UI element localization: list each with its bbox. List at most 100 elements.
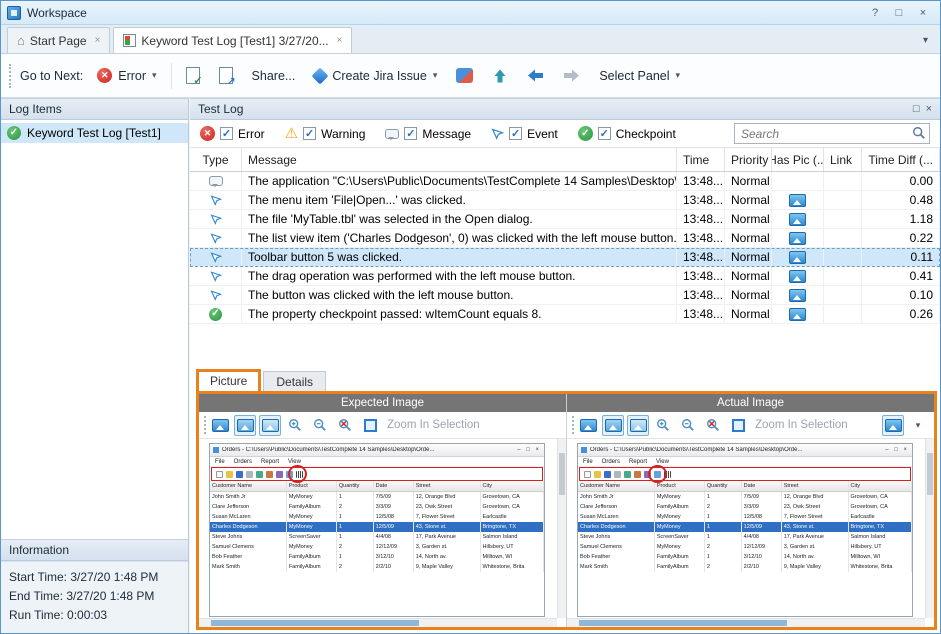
search-input[interactable] bbox=[734, 123, 930, 144]
create-jira-issue-button[interactable]: Create Jira Issue ▾ bbox=[309, 65, 442, 87]
document-tab-bar: ⌂ Start Page × Keyword Test Log [Test1] … bbox=[1, 25, 940, 54]
tab-keyword-test-log[interactable]: Keyword Test Log [Test1] 3/27/20... × bbox=[113, 27, 352, 53]
zoom-in-button[interactable] bbox=[284, 415, 306, 436]
save-results-button[interactable] bbox=[214, 63, 238, 88]
log-row[interactable]: The file 'MyTable.tbl' was selected in t… bbox=[190, 210, 940, 229]
go-to-next-error-button[interactable]: Error ▾ bbox=[92, 64, 161, 87]
column-message[interactable]: Message bbox=[242, 148, 677, 171]
zoom-in-button[interactable] bbox=[652, 415, 674, 436]
column-link[interactable]: Link bbox=[824, 148, 862, 171]
expected-image-canvas[interactable]: Orders - C:\Users\Public\Documents\TestC… bbox=[199, 439, 566, 627]
log-item-keyword-test-log[interactable]: Keyword Test Log [Test1] bbox=[1, 123, 188, 143]
tab-label: Keyword Test Log [Test1] 3/27/20... bbox=[141, 34, 328, 48]
toolbar-grip[interactable] bbox=[572, 416, 574, 434]
column-priority[interactable]: Priority bbox=[725, 148, 772, 171]
toolbar-grip[interactable] bbox=[9, 64, 11, 88]
filter-checkpoint[interactable]: Checkpoint bbox=[578, 126, 676, 141]
expected-vertical-scrollbar[interactable] bbox=[557, 439, 566, 618]
log-items-panel: Log Items Keyword Test Log [Test1] Infor… bbox=[1, 98, 189, 633]
panel-close-icon[interactable]: × bbox=[926, 103, 932, 115]
upload-button[interactable] bbox=[487, 64, 513, 88]
tab-details[interactable]: Details bbox=[263, 371, 326, 391]
right-arrow-icon bbox=[563, 68, 580, 83]
filter-error[interactable]: Error bbox=[200, 126, 265, 141]
filter-event[interactable]: Event bbox=[491, 127, 558, 141]
picture-badge bbox=[789, 308, 806, 321]
zoom-out-button[interactable] bbox=[677, 415, 699, 436]
column-time-diff[interactable]: Time Diff (... bbox=[862, 148, 940, 171]
zoom-out-icon bbox=[313, 418, 327, 432]
orders-row: Charles DodgesonMyMoney112/5/0943, Stone… bbox=[210, 522, 544, 532]
event-icon bbox=[210, 232, 222, 244]
filter-warning[interactable]: ⚠ Warning bbox=[285, 126, 366, 141]
select-tool-button[interactable] bbox=[627, 415, 649, 436]
orders-table-header: Customer Name Product Quantity Date Stre… bbox=[210, 481, 544, 492]
select-panel-button[interactable]: Select Panel ▾ bbox=[594, 65, 685, 87]
column-type[interactable]: Type bbox=[190, 148, 242, 171]
column-has-picture[interactable]: Has Pic (... bbox=[772, 148, 824, 171]
zoom-out-button[interactable] bbox=[309, 415, 331, 436]
actual-image-canvas[interactable]: Orders - C:\Users\Public\Documents\TestC… bbox=[567, 439, 934, 627]
log-row[interactable]: The button was clicked with the left mou… bbox=[190, 286, 940, 305]
pan-tool-button[interactable] bbox=[234, 415, 256, 436]
message-icon bbox=[209, 176, 223, 186]
log-row[interactable]: The drag operation was performed with th… bbox=[190, 267, 940, 286]
select-tool-button[interactable] bbox=[259, 415, 281, 436]
zoom-fit-icon bbox=[364, 419, 377, 432]
image-icon bbox=[212, 419, 229, 432]
log-row[interactable]: The list view item ('Charles Dodgeson', … bbox=[190, 229, 940, 248]
checkpoint-icon bbox=[578, 126, 593, 141]
tab-picture[interactable]: Picture bbox=[196, 369, 261, 391]
view-mode-button[interactable] bbox=[882, 415, 904, 436]
zoom-fit-button[interactable] bbox=[359, 415, 381, 436]
log-row[interactable]: The menu item 'File|Open...' was clicked… bbox=[190, 191, 940, 210]
copy-image-button[interactable] bbox=[577, 415, 599, 436]
save-doc-icon bbox=[219, 67, 233, 84]
log-row-selected[interactable]: Toolbar button 5 was clicked. 13:48... N… bbox=[190, 248, 940, 267]
mini-window-controls: – □ × bbox=[885, 447, 909, 453]
expected-image-title: Expected Image bbox=[199, 394, 566, 412]
expected-horizontal-scrollbar[interactable] bbox=[199, 618, 557, 627]
message-icon bbox=[385, 129, 399, 139]
zoom-reset-button[interactable] bbox=[702, 415, 724, 436]
zoom-fit-button[interactable] bbox=[727, 415, 749, 436]
event-checkbox[interactable] bbox=[509, 127, 522, 140]
previous-button[interactable] bbox=[522, 64, 549, 87]
search-icon bbox=[912, 126, 926, 143]
log-row[interactable]: The property checkpoint passed: wItemCou… bbox=[190, 305, 940, 324]
share-button[interactable]: Share... bbox=[247, 65, 301, 87]
checkpoint-checkbox[interactable] bbox=[598, 127, 611, 140]
message-checkbox[interactable] bbox=[404, 127, 417, 140]
warning-checkbox[interactable] bbox=[303, 127, 316, 140]
actual-horizontal-scrollbar[interactable] bbox=[567, 618, 925, 627]
tab-list-chevron-icon[interactable]: ▾ bbox=[917, 35, 934, 46]
column-time[interactable]: Time bbox=[677, 148, 725, 171]
title-bar: Workspace ? □ × bbox=[1, 1, 940, 25]
help-button[interactable]: ? bbox=[864, 4, 886, 22]
toolbar-grip[interactable] bbox=[204, 416, 206, 434]
mini-window-controls: – □ × bbox=[517, 447, 541, 453]
view-mode-dropdown[interactable]: ▾ bbox=[907, 415, 929, 436]
next-button[interactable] bbox=[558, 64, 585, 87]
error-checkbox[interactable] bbox=[220, 127, 233, 140]
difference-circle-annotation bbox=[648, 465, 667, 483]
actual-vertical-scrollbar[interactable] bbox=[925, 439, 934, 618]
zoom-out-icon bbox=[681, 418, 695, 432]
tab-close-icon[interactable]: × bbox=[337, 35, 343, 46]
chevron-down-icon: ▾ bbox=[152, 70, 157, 81]
pan-tool-button[interactable] bbox=[602, 415, 624, 436]
copy-image-button[interactable] bbox=[209, 415, 231, 436]
zoom-reset-button[interactable] bbox=[334, 415, 356, 436]
passed-check-icon bbox=[7, 126, 21, 140]
log-row[interactable]: The application "C:\Users\Public\Documen… bbox=[190, 172, 940, 191]
close-button[interactable]: × bbox=[912, 4, 934, 22]
maximize-button[interactable]: □ bbox=[888, 4, 910, 22]
export-results-button[interactable] bbox=[181, 63, 205, 88]
filter-message[interactable]: Message bbox=[385, 127, 471, 141]
orders-row: Mark SmithFamilyAlbum22/2/109, Maple Val… bbox=[578, 562, 912, 572]
image-icon bbox=[885, 419, 902, 432]
panel-maximize-icon[interactable]: □ bbox=[913, 103, 920, 115]
jira-issues-button[interactable] bbox=[451, 64, 478, 87]
tab-close-icon[interactable]: × bbox=[95, 35, 101, 46]
tab-start-page[interactable]: ⌂ Start Page × bbox=[7, 27, 110, 53]
